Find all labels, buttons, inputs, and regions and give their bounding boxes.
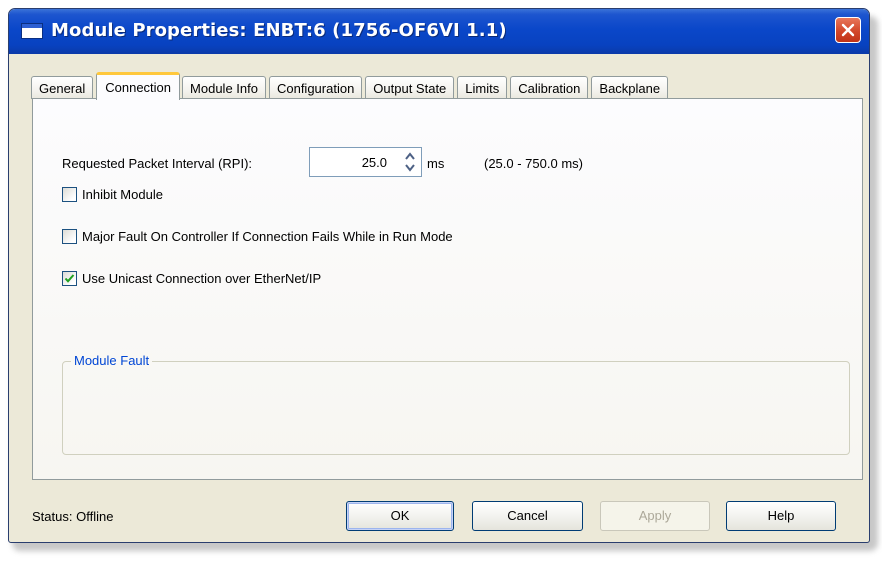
window-icon — [21, 23, 43, 39]
spin-up-icon[interactable] — [403, 151, 417, 162]
rpi-input[interactable]: 25.0 — [362, 155, 387, 170]
unicast-row[interactable]: Use Unicast Connection over EtherNet/IP — [62, 271, 321, 286]
tab-module-info[interactable]: Module Info — [182, 76, 266, 99]
window-title: Module Properties: ENBT:6 (1756-OF6VI 1.… — [51, 20, 507, 41]
inhibit-module-row[interactable]: Inhibit Module — [62, 187, 163, 202]
title-bar[interactable]: Module Properties: ENBT:6 (1756-OF6VI 1.… — [9, 9, 869, 54]
tab-configuration[interactable]: Configuration — [268, 76, 363, 99]
tab-connection[interactable]: Connection — [96, 72, 181, 100]
tab-output-state[interactable]: Output State — [365, 76, 455, 99]
status-value: Offline — [76, 509, 114, 524]
status-text: Status: Offline — [32, 509, 113, 524]
rpi-range-hint: (25.0 - 750.0 ms) — [484, 156, 583, 171]
close-icon — [841, 23, 855, 37]
help-button[interactable]: Help — [726, 501, 836, 531]
status-label: Status: — [32, 509, 73, 524]
major-fault-row[interactable]: Major Fault On Controller If Connection … — [62, 229, 453, 244]
module-properties-dialog: Module Properties: ENBT:6 (1756-OF6VI 1.… — [8, 8, 870, 543]
tab-calibration[interactable]: Calibration — [510, 76, 589, 99]
module-fault-heading: Module Fault — [71, 353, 153, 368]
apply-button: Apply — [600, 501, 710, 531]
rpi-spinbox[interactable]: 25.0 — [309, 147, 422, 177]
tab-strip: General Connection Module Info Configura… — [31, 69, 671, 100]
cancel-button[interactable]: Cancel — [472, 501, 583, 531]
close-button[interactable] — [835, 17, 861, 43]
checkmark-icon — [64, 274, 75, 283]
major-fault-label: Major Fault On Controller If Connection … — [82, 229, 453, 244]
ok-button[interactable]: OK — [346, 501, 454, 531]
inhibit-module-label: Inhibit Module — [82, 187, 163, 202]
rpi-spin-buttons[interactable] — [403, 151, 417, 173]
tab-limits[interactable]: Limits — [457, 76, 508, 99]
rpi-unit: ms — [427, 156, 445, 171]
connection-tab-panel: Requested Packet Interval (RPI): 25.0 ms… — [32, 98, 863, 480]
module-fault-group: Module Fault — [62, 353, 850, 455]
rpi-label: Requested Packet Interval (RPI): — [62, 156, 253, 171]
inhibit-module-checkbox[interactable] — [62, 187, 77, 202]
major-fault-checkbox[interactable] — [62, 229, 77, 244]
unicast-checkbox[interactable] — [62, 271, 77, 286]
tab-backplane[interactable]: Backplane — [591, 76, 669, 99]
tab-general[interactable]: General — [31, 76, 94, 99]
unicast-label: Use Unicast Connection over EtherNet/IP — [82, 271, 322, 286]
spin-down-icon[interactable] — [403, 162, 417, 173]
